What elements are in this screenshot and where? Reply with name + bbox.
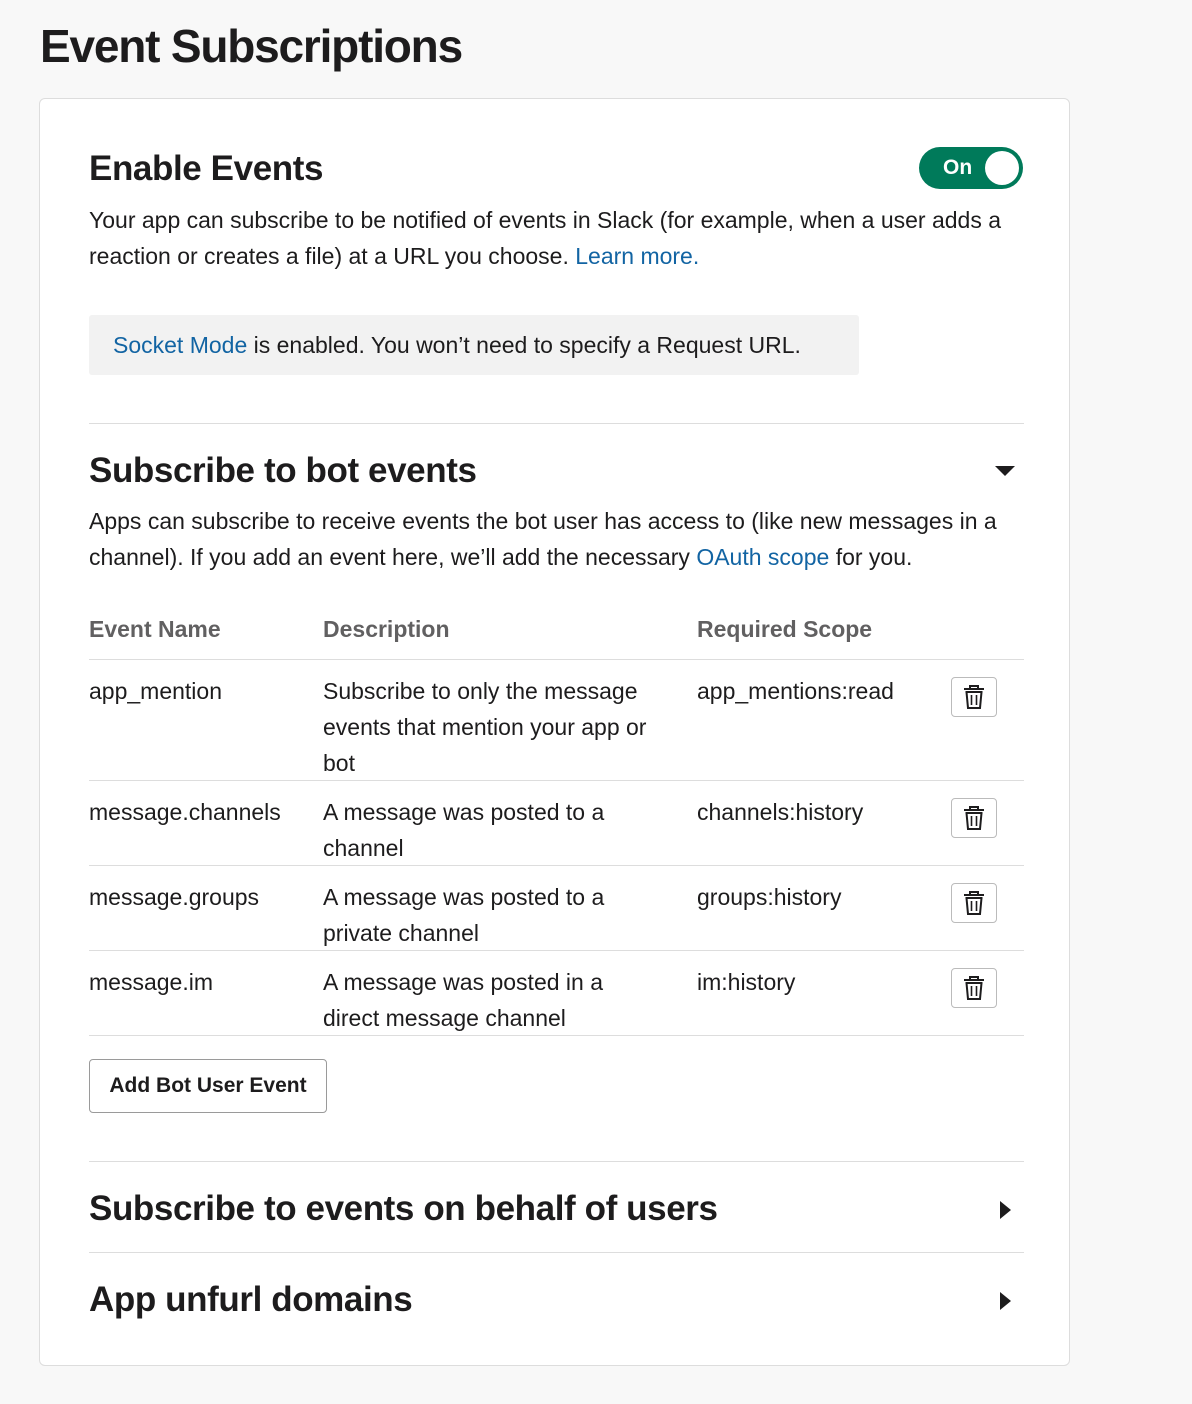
event-description: A message was posted to a channel	[323, 799, 605, 861]
event-description: A message was posted to a private channe…	[323, 884, 605, 946]
section-divider	[89, 1252, 1024, 1253]
user-events-heading[interactable]: Subscribe to events on behalf of users	[89, 1185, 1024, 1233]
table-header: Event Name Description Required Scope	[89, 605, 1024, 660]
event-name-link[interactable]: app_mention	[89, 673, 309, 709]
socket-mode-notice-text: is enabled. You won’t need to specify a …	[253, 332, 801, 358]
bot-events-table: Event Name Description Required Scope ap…	[89, 605, 1024, 1036]
unfurl-domains-heading[interactable]: App unfurl domains	[89, 1276, 1024, 1324]
caret-right-icon[interactable]	[1000, 1201, 1011, 1219]
trash-icon	[964, 976, 984, 1000]
learn-more-link[interactable]: Learn more.	[575, 243, 699, 269]
bot-events-description-end: for you.	[835, 544, 913, 570]
event-scope: app_mentions:read	[697, 678, 894, 704]
column-header-description: Description	[323, 616, 450, 642]
table-row: message.groups A message was posted to a…	[89, 866, 1024, 951]
section-divider	[89, 1161, 1024, 1162]
caret-right-icon[interactable]	[1000, 1292, 1011, 1310]
socket-mode-link[interactable]: Socket Mode	[113, 332, 247, 358]
column-header-event-name: Event Name	[89, 616, 221, 642]
event-scope: im:history	[697, 969, 796, 995]
bot-events-description: Apps can subscribe to receive events the…	[89, 503, 1024, 575]
table-row: message.channels A message was posted to…	[89, 781, 1024, 866]
trash-icon	[964, 891, 984, 915]
add-bot-user-event-button[interactable]: Add Bot User Event	[89, 1059, 327, 1113]
event-name-link[interactable]: message.im	[89, 964, 309, 1000]
enable-events-toggle[interactable]: On	[919, 147, 1023, 189]
enable-events-description-text: Your app can subscribe to be notified of…	[89, 207, 1002, 269]
enable-events-heading: Enable Events	[89, 149, 324, 188]
delete-event-button[interactable]	[951, 798, 997, 838]
column-header-required-scope: Required Scope	[697, 616, 873, 642]
delete-event-button[interactable]	[951, 968, 997, 1008]
oauth-scope-link[interactable]: OAuth scope	[696, 544, 829, 570]
event-description: Subscribe to only the message events tha…	[323, 678, 647, 776]
bot-events-heading: Subscribe to bot events	[89, 451, 477, 490]
delete-event-button[interactable]	[951, 677, 997, 717]
event-subscriptions-card: Enable Events On Your app can subscribe …	[39, 98, 1070, 1366]
toggle-label: On	[943, 156, 973, 179]
event-description: A message was posted in a direct message…	[323, 969, 603, 1031]
section-divider	[89, 423, 1024, 424]
table-row: message.im A message was posted in a dir…	[89, 951, 1024, 1036]
page-title: Event Subscriptions	[40, 20, 463, 72]
enable-events-description: Your app can subscribe to be notified of…	[89, 202, 1024, 274]
event-scope: groups:history	[697, 884, 842, 910]
event-scope: channels:history	[697, 799, 864, 825]
trash-icon	[964, 685, 984, 709]
caret-down-icon[interactable]	[995, 466, 1015, 476]
trash-icon	[964, 806, 984, 830]
delete-event-button[interactable]	[951, 883, 997, 923]
table-row: app_mention Subscribe to only the messag…	[89, 660, 1024, 781]
event-name-link[interactable]: message.groups	[89, 879, 309, 915]
toggle-knob	[985, 151, 1019, 185]
event-name-link[interactable]: message.channels	[89, 794, 309, 830]
socket-mode-notice: Socket Mode is enabled. You won’t need t…	[89, 315, 859, 375]
